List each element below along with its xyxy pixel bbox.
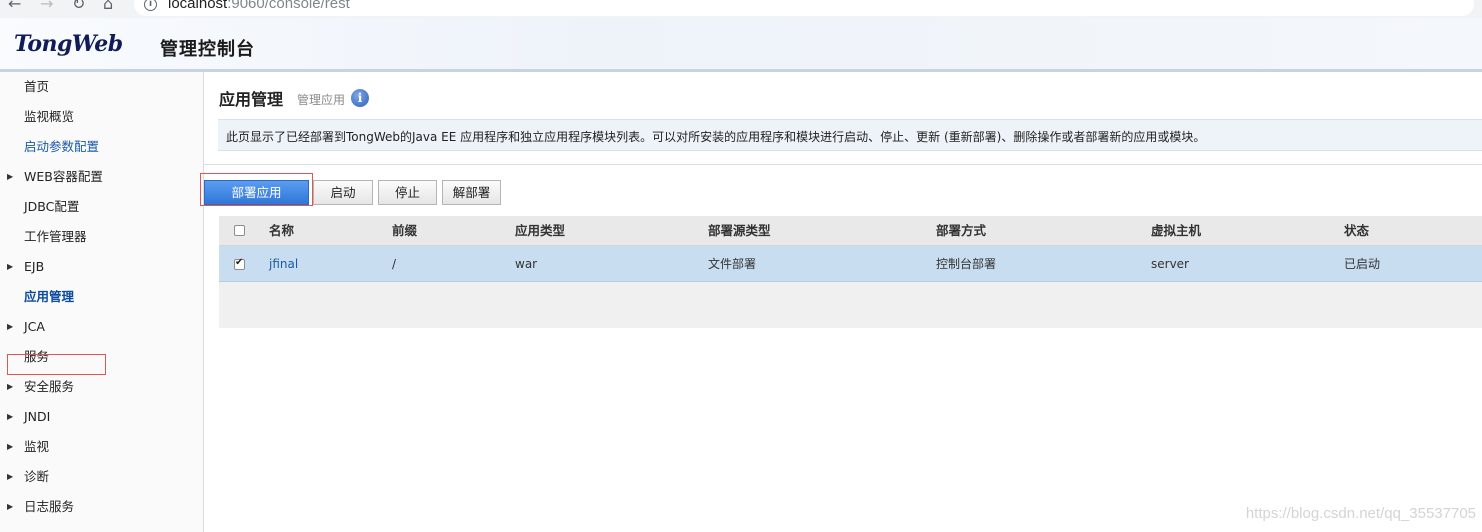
app-source-type: 文件部署 [708,257,757,271]
sidebar-item-label: 启动参数配置 [24,139,100,154]
sidebar-item-monitor-overview[interactable]: 监视概览 [0,102,203,132]
app-name-link[interactable]: jfinal [269,246,298,281]
sidebar-item-label: JCA [24,319,45,334]
expand-arrow-icon[interactable]: ▶ [7,372,13,402]
info-help-icon[interactable]: i [351,89,369,107]
sidebar-item-label: 应用管理 [24,289,75,304]
page-title: 应用管理 [219,90,284,109]
arrow-right-icon[interactable]: → [40,0,53,14]
expand-arrow-icon[interactable]: ▶ [7,432,13,462]
sidebar-item-security-services[interactable]: ▶ 安全服务 [0,372,203,402]
sidebar-item-label: JNDI [24,409,51,424]
sidebar-item-label: JDBC配置 [24,199,80,214]
sidebar-highlight-box [7,354,106,375]
sidebar-item-home[interactable]: 首页 [0,72,203,102]
app-deploy-mode: 控制台部署 [936,257,997,271]
expand-arrow-icon[interactable]: ▶ [7,312,13,342]
sidebar-item-ejb[interactable]: ▶ EJB [0,252,203,282]
col-virtual-host[interactable]: 虚拟主机 [1151,216,1201,245]
info-icon[interactable]: i [144,0,157,11]
table-row[interactable]: jfinal / war 文件部署 控制台部署 server 已启动 [219,246,1482,282]
description-text: 此页显示了已经部署到TongWeb的Java EE 应用程序和独立应用程序模块列… [226,130,1206,144]
sidebar-item-diagnostics[interactable]: ▶ 诊断 [0,462,203,492]
sidebar-item-label: 日志服务 [24,499,75,514]
sidebar-item-work-manager[interactable]: 工作管理器 [0,222,203,252]
col-deploy-mode[interactable]: 部署方式 [936,216,986,245]
reload-icon[interactable]: ↻ [72,0,85,14]
description-box: 此页显示了已经部署到TongWeb的Java EE 应用程序和独立应用程序模块列… [218,119,1482,151]
col-name[interactable]: 名称 [269,216,294,245]
page-subtitle: 管理应用 [297,93,346,107]
sidebar-item-label: EJB [24,259,45,274]
sidebar-item-jca[interactable]: ▶ JCA [0,312,203,342]
select-all-checkbox[interactable] [234,225,245,236]
expand-arrow-icon[interactable]: ▶ [7,402,13,432]
sidebar-item-label: 诊断 [24,469,50,484]
sidebar-item-log-services[interactable]: ▶ 日志服务 [0,492,203,522]
expand-arrow-icon[interactable]: ▶ [7,162,13,192]
expand-arrow-icon[interactable]: ▶ [7,252,13,282]
sidebar-item-label: 监视概览 [24,109,75,124]
address-bar[interactable]: i localhost:9060/console/rest [134,0,1474,16]
apps-table: 名称 前缀 应用类型 部署源类型 部署方式 虚拟主机 状态 jfinal / w… [219,216,1482,328]
arrow-left-icon[interactable]: ← [8,0,21,14]
undeploy-button[interactable]: 解部署 [442,180,501,205]
sidebar-item-jdbc[interactable]: JDBC配置 [0,192,203,222]
col-source-type[interactable]: 部署源类型 [708,216,771,245]
sidebar-item-monitoring[interactable]: ▶ 监视 [0,432,203,462]
home-icon[interactable]: ⌂ [103,0,113,14]
app-status: 已启动 [1344,257,1381,271]
browser-toolbar: ← → ↻ ⌂ i localhost:9060/console/rest [0,0,1482,18]
start-button[interactable]: 启动 [313,180,373,205]
app-type: war [515,257,538,271]
deploy-highlight-box [200,173,313,206]
col-status[interactable]: 状态 [1344,216,1369,245]
expand-arrow-icon[interactable]: ▶ [7,462,13,492]
expand-arrow-icon[interactable]: ▶ [7,492,13,522]
tongweb-logo: TongWeb [14,31,123,57]
col-prefix[interactable]: 前缀 [392,216,417,245]
app-prefix: / [392,257,397,271]
sidebar: 首页监视概览启动参数配置 ▶ WEB容器配置 JDBC配置 工作管理器 ▶ EJB 应用管理 ▶… [0,72,204,532]
table-header: 名称 前缀 应用类型 部署源类型 部署方式 虚拟主机 状态 [219,216,1482,246]
sidebar-item-web-container[interactable]: ▶ WEB容器配置 [0,162,203,192]
console-title: 管理控制台 [160,39,255,60]
sidebar-item-label: 安全服务 [24,379,75,394]
url-text[interactable]: localhost:9060/console/rest [168,0,350,12]
sidebar-item-label: WEB容器配置 [24,169,103,184]
app-virtual-host: server [1151,257,1189,271]
stop-button[interactable]: 停止 [378,180,437,205]
sidebar-item-label: 工作管理器 [24,229,87,244]
row-checkbox[interactable] [234,257,245,270]
sidebar-item-app-management[interactable]: 应用管理 [0,282,203,312]
app-header: TongWeb 管理控制台 [0,18,1482,72]
sidebar-item-label: 首页 [24,79,50,94]
watermark: https://blog.csdn.net/qq_35537705 [1245,505,1476,522]
sidebar-item-jndi[interactable]: ▶ JNDI [0,402,203,432]
sidebar-item-startup-params[interactable]: 启动参数配置 [0,132,203,162]
sidebar-item-label: 监视 [24,439,50,454]
col-app-type[interactable]: 应用类型 [515,216,565,245]
divider [204,164,1482,165]
main-content: 应用管理 管理应用 i 此页显示了已经部署到TongWeb的Java EE 应用… [200,72,1482,532]
